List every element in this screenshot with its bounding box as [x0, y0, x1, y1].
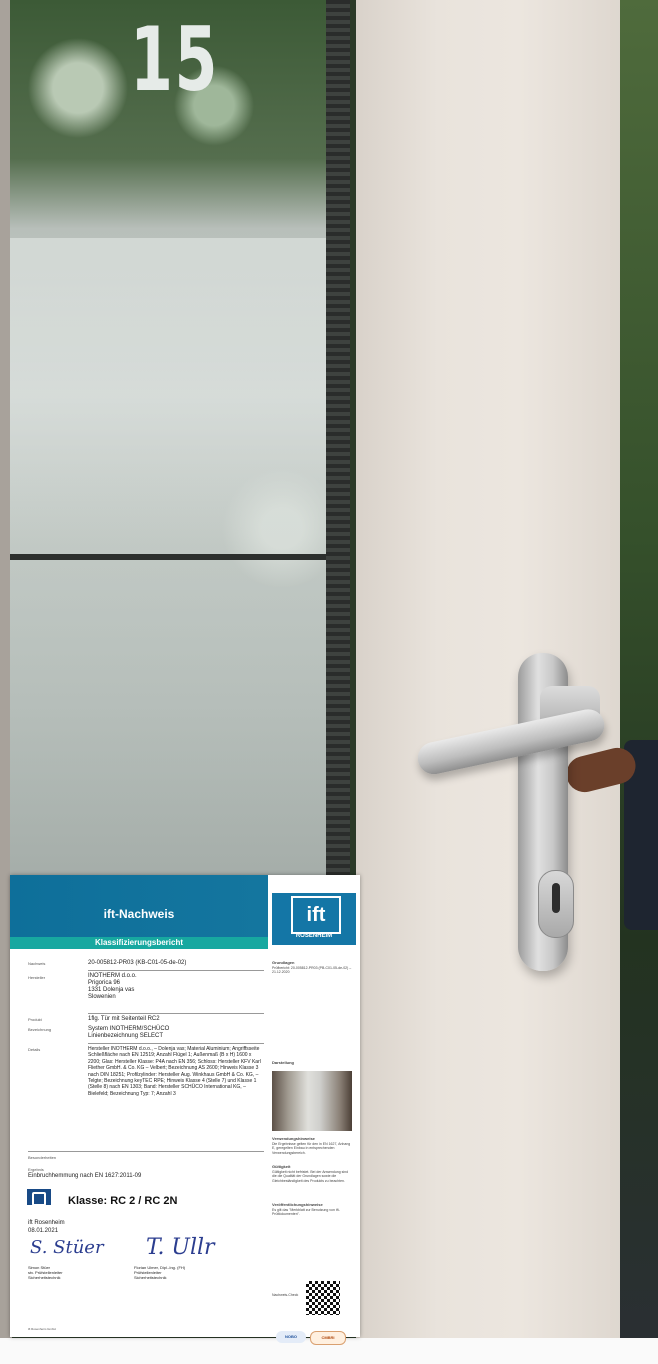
side-heading: Gültigkeit — [272, 1164, 291, 1169]
security-class-icon — [27, 1189, 51, 1206]
side-hinweise: Verwendungshinweise Die Ergebnisse gelte… — [272, 1136, 352, 1155]
photo-scene: 15 ift-Nachweis Klassifizierungsbericht … — [0, 0, 658, 1364]
side-gueltigkeit: Gültigkeit Gültigkeit nicht befristet. B… — [272, 1164, 352, 1183]
door-number: 15 — [130, 8, 220, 111]
row-label: Hersteller — [28, 975, 46, 980]
row-value: System INOTHERM/SCHÜCO Linienbezeichnung… — [88, 1026, 170, 1039]
row-label: Produkt — [28, 1017, 42, 1022]
door-panel — [356, 0, 628, 1340]
outside-view — [620, 0, 658, 1340]
signer-1-name: Simon Stüer stv. Prüfstellenleiter Siche… — [28, 1265, 63, 1280]
klasse-result: Klasse: RC 2 / RC 2N — [68, 1195, 178, 1207]
certificate-document: ift-Nachweis Klassifizierungsbericht ift… — [10, 875, 360, 1345]
side-heading: Grundlagen — [272, 960, 295, 965]
badge-nobo: NOBO — [276, 1331, 306, 1343]
divider — [88, 1043, 264, 1044]
row-value: 20-005812-PR03 (KB-C01-05-de-02) — [88, 960, 187, 966]
divider — [88, 970, 264, 971]
qr-label: Nachweis-Check — [272, 1293, 299, 1297]
signer-2-name: Florian Ulmer, Dipl.-Ing. (FH) Prüfstell… — [134, 1265, 186, 1280]
row-value: INOTHERM d.o.o. Prigorica 96 1331 Dolenj… — [88, 973, 137, 1000]
ift-logo: ift ROSENHEIM — [272, 893, 356, 945]
side-heading: Verwendungshinweise — [272, 1136, 315, 1141]
side-text: Gültigkeit nicht befristet. Bei der Anwe… — [272, 1169, 349, 1183]
door-rail — [326, 0, 350, 880]
side-text: Die Ergebnisse gelten für den in EN 1627… — [272, 1141, 351, 1155]
side-text: Prüfbericht: 20-005812-PR03 (PB-C01-05-d… — [272, 965, 352, 975]
signature-1: S. Stüer — [30, 1237, 104, 1258]
side-text: Es gilt das "Merkblatt zur Benutzung von… — [272, 1207, 340, 1217]
logo-subtext: ROSENHEIM — [295, 933, 333, 939]
besonderheiten-label: Besonderheiten — [28, 1155, 57, 1160]
qr-code — [306, 1281, 340, 1315]
side-grundlagen: Grundlagen Prüfbericht: 20-005812-PR03 (… — [272, 960, 352, 975]
side-darstellung-title: Darstellung — [272, 1060, 295, 1065]
row-label: Nachweis — [28, 961, 46, 966]
row-label: Bezeichnung — [28, 1027, 52, 1032]
ergebnis-label: Ergebnis — [28, 1167, 44, 1172]
side-veroeff: Veröffentlichungshinweise Es gilt das "M… — [272, 1202, 352, 1217]
row-label: Details — [28, 1047, 41, 1052]
certificate-subtitle: Klassifizierungsbericht — [10, 937, 268, 949]
badge-cmbri: CMBRI — [310, 1331, 346, 1345]
certificate-header: ift-Nachweis — [10, 875, 268, 937]
divider — [28, 1151, 264, 1152]
row-value: 1flg. Tür mit Seitenteil RC2 — [88, 1016, 160, 1022]
signature-2: T. Ullr — [146, 1235, 215, 1260]
glass-divider — [10, 554, 350, 560]
issue-date: 08.01.2021 — [28, 1228, 59, 1234]
logo-mark: ift — [291, 896, 341, 934]
side-heading: Veröffentlichungshinweise — [272, 1202, 323, 1207]
door-photo-thumbnail — [272, 1071, 352, 1131]
lock-cylinder — [538, 870, 574, 938]
ergebnis-text: Einbruchhemmung nach EN 1627:2011-09 — [28, 1173, 142, 1179]
divider — [88, 1013, 264, 1014]
certificate-title: ift-Nachweis — [103, 907, 175, 921]
issue-place: ift Rosenheim — [28, 1220, 65, 1226]
details-text: Hersteller INOTHERM d.o.o., – Dolenja va… — [88, 1046, 261, 1097]
